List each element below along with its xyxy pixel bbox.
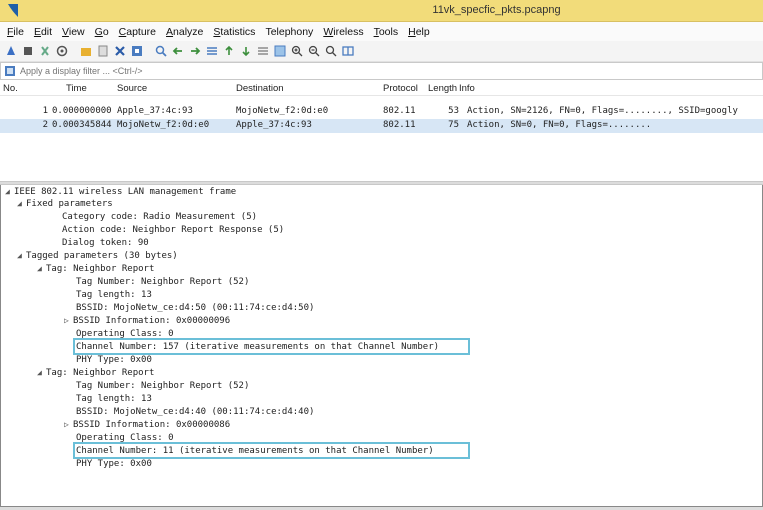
collapsed-arrow-icon[interactable]: ▷ [64,314,73,328]
tree-field-channel-number[interactable]: Channel Number: 11 (iterative measuremen… [76,444,434,458]
packet-protocol: 802.11 [383,120,416,130]
column-header-protocol[interactable]: Protocol [383,83,418,94]
packet-source: Apple_37:4c:93 [117,106,193,116]
menu-go[interactable]: Go [90,26,114,38]
stop-capture-icon[interactable] [21,44,35,58]
packet-destination: Apple_37:4c:93 [236,120,312,130]
expanded-arrow-icon[interactable]: ◢ [17,249,26,263]
tree-field[interactable]: Tag length: 13 [76,288,152,302]
menu-bar: File Edit View Go Capture Analyze Statis… [0,22,763,41]
display-filter-input[interactable] [20,66,620,76]
menu-help[interactable]: Help [403,26,435,38]
resize-columns-icon[interactable] [341,44,355,58]
packet-length: 75 [448,120,459,130]
go-forward-icon[interactable] [188,44,202,58]
tree-field[interactable]: PHY Type: 0x00 [76,457,152,471]
normal-size-icon[interactable] [324,44,338,58]
save-file-icon[interactable] [96,44,110,58]
menu-tools[interactable]: Tools [369,26,404,38]
packet-list-header: No. Time Source Destination Protocol Len… [0,81,763,96]
close-file-icon[interactable] [113,44,127,58]
find-packet-icon[interactable] [154,44,168,58]
expanded-arrow-icon[interactable]: ◢ [17,197,26,211]
packet-protocol: 802.11 [383,106,416,116]
tree-node-tagged-parameters[interactable]: ◢ Tagged parameters (30 bytes) [17,249,178,263]
packet-no: 1 [42,106,48,116]
packet-no: 2 [42,120,48,130]
zoom-in-icon[interactable] [290,44,304,58]
zoom-out-icon[interactable] [307,44,321,58]
packet-info: Action, SN=0, FN=0, Flags=........ [467,120,652,130]
menu-analyze[interactable]: Analyze [161,26,208,38]
menu-file[interactable]: File [2,26,29,38]
tree-field[interactable]: Category code: Radio Measurement (5) [62,210,257,224]
menu-statistics[interactable]: Statistics [208,26,260,38]
packet-time: 0.000345844 [52,120,112,130]
colorize-icon[interactable] [273,44,287,58]
packet-info: Action, SN=2126, FN=0, Flags=........, S… [467,106,738,116]
tree-field[interactable]: Tag Number: Neighbor Report (52) [76,379,249,393]
title-bar: 11vk_specfic_pkts.pcapng [0,0,763,22]
tree-field[interactable]: BSSID: MojoNetw_ce:d4:50 (00:11:74:ce:d4… [76,301,314,315]
expanded-arrow-icon[interactable]: ◢ [37,262,46,276]
first-packet-icon[interactable] [222,44,236,58]
column-header-time[interactable]: Time [66,83,87,94]
go-to-packet-icon[interactable] [205,44,219,58]
tree-field[interactable]: Tag length: 13 [76,392,152,406]
column-header-source[interactable]: Source [117,83,147,94]
bookmark-icon[interactable] [4,65,16,77]
open-file-icon[interactable] [79,44,93,58]
column-header-info[interactable]: Info [459,83,475,94]
tree-field[interactable]: PHY Type: 0x00 [76,353,152,367]
reload-file-icon[interactable] [130,44,144,58]
packet-row-selected[interactable]: 2 0.000345844 MojoNetw_f2:0d:e0 Apple_37… [0,119,763,133]
tree-node-neighbor-report[interactable]: ◢ Tag: Neighbor Report [37,262,154,276]
packet-time: 0.000000000 [52,106,112,116]
tree-field[interactable]: BSSID: MojoNetw_ce:d4:40 (00:11:74:ce:d4… [76,405,314,419]
menu-capture[interactable]: Capture [114,26,161,38]
tree-node-neighbor-report[interactable]: ◢ Tag: Neighbor Report [37,366,154,380]
menu-wireless[interactable]: Wireless [318,26,368,38]
collapsed-arrow-icon[interactable]: ▷ [64,418,73,432]
go-back-icon[interactable] [171,44,185,58]
expanded-arrow-icon[interactable]: ◢ [37,366,46,380]
tree-field[interactable]: Dialog token: 90 [62,236,149,250]
capture-options-icon[interactable] [55,44,69,58]
start-capture-icon[interactable] [4,44,18,58]
tree-field[interactable]: Tag Number: Neighbor Report (52) [76,275,249,289]
menu-edit[interactable]: Edit [29,26,57,38]
autoscroll-icon[interactable] [256,44,270,58]
packet-source: MojoNetw_f2:0d:e0 [117,120,210,130]
menu-view[interactable]: View [57,26,90,38]
column-header-no[interactable]: No. [3,83,18,94]
restart-capture-icon[interactable] [38,44,52,58]
display-filter-bar [0,62,763,80]
packet-destination: MojoNetw_f2:0d:e0 [236,106,329,116]
tree-node-fixed-parameters[interactable]: ◢ Fixed parameters [17,197,113,211]
tree-node-bssid-information[interactable]: ▷ BSSID Information: 0x00000086 [64,418,230,432]
menu-telephony[interactable]: Telephony [260,26,318,38]
main-toolbar [0,41,763,62]
column-header-destination[interactable]: Destination [236,83,284,94]
packet-length: 53 [448,106,459,116]
last-packet-icon[interactable] [239,44,253,58]
tree-field-channel-number[interactable]: Channel Number: 157 (iterative measureme… [76,340,439,354]
packet-details-pane: ◢ IEEE 802.11 wireless LAN management fra… [0,185,763,507]
window-title: 11vk_specfic_pkts.pcapng [432,4,561,16]
tree-field[interactable]: Action code: Neighbor Report Response (5… [62,223,284,237]
expanded-arrow-icon[interactable]: ◢ [5,185,14,199]
column-header-length[interactable]: Length [428,83,457,94]
tree-node-bssid-information[interactable]: ▷ BSSID Information: 0x00000096 [64,314,230,328]
packet-row[interactable]: 1 0.000000000 Apple_37:4c:93 MojoNetw_f2… [0,105,763,119]
packet-list: 1 0.000000000 Apple_37:4c:93 MojoNetw_f2… [0,96,763,181]
